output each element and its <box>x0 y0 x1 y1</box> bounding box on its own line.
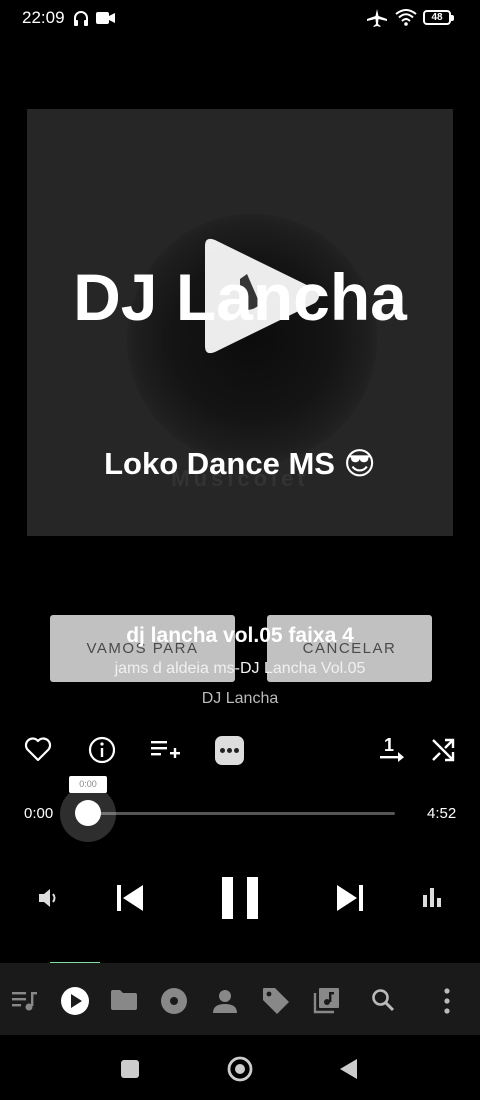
status-time: 22:09 <box>22 8 65 27</box>
album-art-subtitle: Loko Dance MS 😎 <box>104 446 376 481</box>
status-bar: 22:09 48 <box>0 0 480 36</box>
more-options-icon[interactable] <box>215 736 244 765</box>
headphones-icon <box>74 11 88 26</box>
album-art[interactable]: Musicolet DJ Lancha Loko Dance MS 😎 <box>27 109 453 536</box>
queue-icon[interactable] <box>12 990 38 1012</box>
wifi-icon <box>395 9 417 26</box>
repeat-one-icon[interactable]: 1 <box>378 734 406 764</box>
back-button[interactable] <box>338 1058 358 1080</box>
tags-icon[interactable] <box>261 986 291 1016</box>
heart-icon[interactable] <box>24 736 52 762</box>
home-button[interactable] <box>227 1056 253 1082</box>
search-icon[interactable] <box>371 988 395 1012</box>
pause-icon[interactable] <box>220 876 260 920</box>
shuffle-icon[interactable] <box>430 737 456 763</box>
artists-icon[interactable] <box>212 988 238 1014</box>
previous-icon[interactable] <box>114 882 146 914</box>
recents-button[interactable] <box>120 1059 140 1079</box>
svg-text:1: 1 <box>384 735 394 755</box>
info-icon[interactable] <box>88 736 116 764</box>
bottom-nav <box>0 963 480 1035</box>
system-nav-bar <box>0 1035 480 1100</box>
elapsed-time: 0:00 <box>24 805 54 822</box>
folders-icon[interactable] <box>110 989 138 1011</box>
seek-thumb[interactable] <box>75 800 101 826</box>
now-playing-icon[interactable] <box>60 986 90 1016</box>
video-camera-icon <box>96 12 115 24</box>
add-to-queue-icon[interactable] <box>151 739 181 761</box>
volume-icon[interactable] <box>37 886 61 910</box>
playlists-icon[interactable] <box>313 986 341 1014</box>
seek-tooltip: 0:00 <box>69 776 107 793</box>
track-title: dj lancha vol.05 faixa 4 <box>126 624 354 647</box>
menu-icon[interactable] <box>442 988 452 1014</box>
albums-icon[interactable] <box>160 987 188 1015</box>
battery-icon: 48 <box>423 10 454 25</box>
airplane-icon <box>367 9 387 27</box>
total-time: 4:52 <box>427 805 457 822</box>
album-art-artist: DJ Lancha <box>73 260 407 334</box>
next-icon[interactable] <box>334 882 366 914</box>
track-album: jams d aldeia ms-DJ Lancha Vol.05 <box>114 660 366 677</box>
seek-bar[interactable] <box>88 812 395 815</box>
track-artist: DJ Lancha <box>201 690 279 707</box>
equalizer-icon[interactable] <box>421 886 443 908</box>
